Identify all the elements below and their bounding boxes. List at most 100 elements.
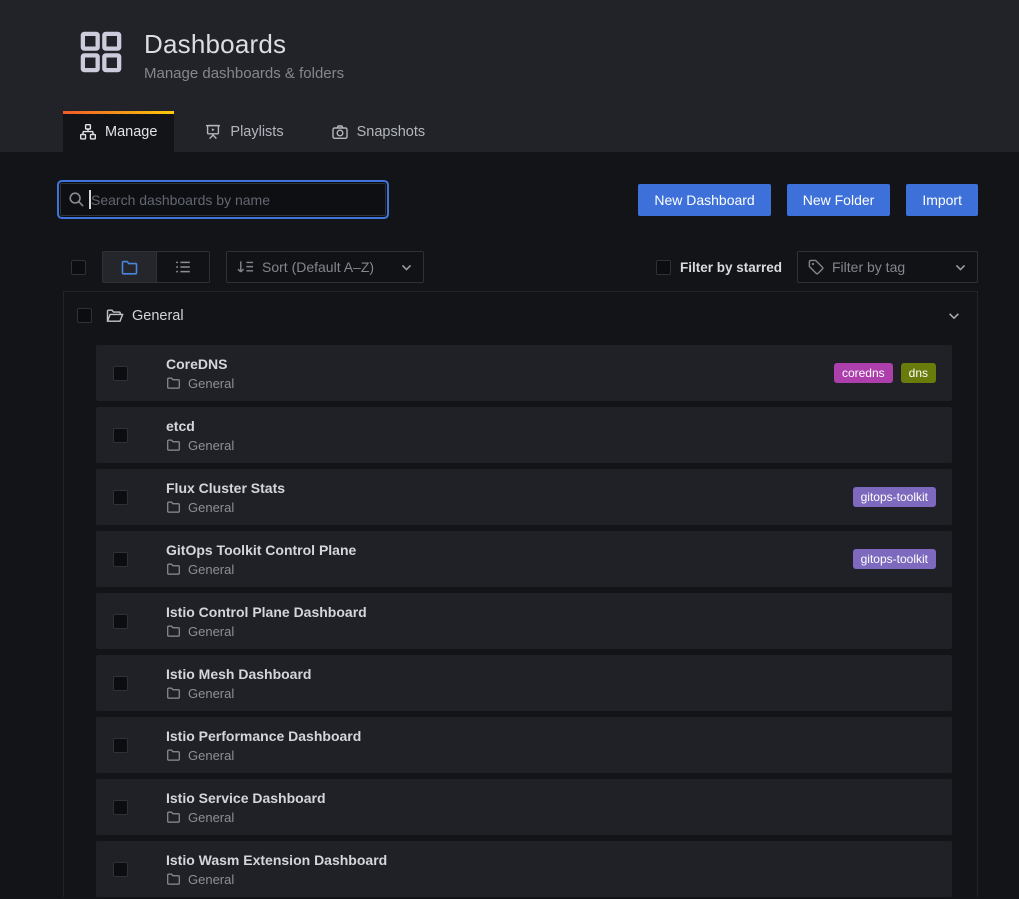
dashboard-title: Flux Cluster Stats — [166, 480, 853, 496]
dashboard-folder: General — [166, 562, 853, 577]
folder-view-button[interactable] — [103, 252, 156, 282]
row-checkbox[interactable] — [113, 490, 128, 505]
folder-label: General — [188, 748, 234, 763]
row-body: etcd General — [166, 418, 936, 453]
folder-checkbox[interactable] — [77, 308, 92, 323]
row-body: Istio Service Dashboard General — [166, 790, 936, 825]
dashboard-title: Istio Control Plane Dashboard — [166, 604, 936, 620]
tag[interactable]: gitops-toolkit — [853, 487, 936, 507]
dashboard-row[interactable]: Flux Cluster Stats General gitops-toolki… — [96, 469, 952, 525]
new-folder-button[interactable]: New Folder — [787, 184, 891, 216]
folder-label: General — [188, 376, 234, 391]
dashboard-title: GitOps Toolkit Control Plane — [166, 542, 853, 558]
row-body: Istio Control Plane Dashboard General — [166, 604, 936, 639]
folder-open-icon — [106, 308, 124, 324]
tag-filter-dropdown[interactable]: Filter by tag — [797, 251, 978, 283]
tab-playlists[interactable]: Playlists — [188, 111, 300, 152]
folder-icon — [166, 686, 181, 700]
search-input[interactable] — [60, 183, 386, 216]
row-checkbox[interactable] — [113, 738, 128, 753]
page-subtitle: Manage dashboards & folders — [144, 65, 344, 82]
starred-checkbox[interactable] — [656, 260, 671, 275]
dashboard-folder: General — [166, 500, 853, 515]
dashboard-row[interactable]: Istio Performance Dashboard General — [96, 717, 952, 773]
folder-label: General — [188, 872, 234, 887]
folder-icon — [166, 810, 181, 824]
folder-label: General — [188, 438, 234, 453]
row-checkbox[interactable] — [113, 862, 128, 877]
tag[interactable]: dns — [901, 363, 936, 383]
folder-icon — [166, 872, 181, 886]
dashboard-title: Istio Wasm Extension Dashboard — [166, 852, 936, 868]
row-checkbox[interactable] — [113, 800, 128, 815]
dashboard-folder: General — [166, 376, 834, 391]
presentation-icon — [205, 124, 221, 140]
camera-icon — [332, 124, 348, 140]
folder-icon — [166, 748, 181, 762]
dashboard-row[interactable]: Istio Wasm Extension Dashboard General — [96, 841, 952, 897]
starred-filter: Filter by starred — [656, 260, 782, 275]
filter-row: Sort (Default A–Z) Filter by starred Fil… — [60, 251, 978, 283]
folder-icon — [166, 376, 181, 390]
dashboard-row[interactable]: GitOps Toolkit Control Plane General git… — [96, 531, 952, 587]
dashboard-row[interactable]: Istio Service Dashboard General — [96, 779, 952, 835]
folder-label: General — [188, 686, 234, 701]
chevron-down-icon — [954, 261, 967, 274]
row-body: Flux Cluster Stats General — [166, 480, 853, 515]
folder-icon — [121, 259, 138, 276]
view-toggle — [102, 251, 210, 283]
tag[interactable]: coredns — [834, 363, 893, 383]
sort-dropdown[interactable]: Sort (Default A–Z) — [226, 251, 424, 283]
dashboard-row[interactable]: CoreDNS General coredns dns — [96, 345, 952, 401]
starred-label[interactable]: Filter by starred — [680, 260, 782, 275]
search-icon — [68, 191, 85, 208]
folder-icon — [166, 562, 181, 576]
row-checkbox[interactable] — [113, 614, 128, 629]
folder-label: General — [188, 562, 234, 577]
list-icon — [175, 259, 191, 275]
chevron-down-icon[interactable] — [947, 309, 961, 323]
new-dashboard-button[interactable]: New Dashboard — [638, 184, 770, 216]
tab-manage[interactable]: Manage — [63, 111, 174, 152]
dashboard-title: etcd — [166, 418, 936, 434]
row-body: Istio Mesh Dashboard General — [166, 666, 936, 701]
tag-filter-placeholder: Filter by tag — [832, 259, 905, 275]
folder-header[interactable]: General — [64, 292, 977, 339]
folder-section: General CoreDNS General coredns dns etcd — [63, 291, 978, 897]
sitemap-icon — [80, 124, 96, 140]
row-body: CoreDNS General — [166, 356, 834, 391]
tag-list: gitops-toolkit — [853, 487, 952, 507]
search-wrap — [60, 183, 386, 216]
dashboard-row[interactable]: Istio Mesh Dashboard General — [96, 655, 952, 711]
folder-icon — [166, 500, 181, 514]
filter-left: Sort (Default A–Z) — [71, 251, 424, 283]
row-checkbox[interactable] — [113, 676, 128, 691]
tag-icon — [808, 259, 824, 275]
tab-bar: Manage Playlists Snapshots — [63, 111, 442, 152]
tab-snapshots[interactable]: Snapshots — [315, 111, 443, 152]
dashboard-title: Istio Service Dashboard — [166, 790, 936, 806]
page-title: Dashboards — [144, 29, 344, 60]
row-checkbox[interactable] — [113, 428, 128, 443]
dashboard-folder: General — [166, 872, 936, 887]
list-view-button[interactable] — [156, 252, 209, 282]
folder-icon — [166, 438, 181, 452]
sort-label: Sort (Default A–Z) — [262, 259, 374, 275]
select-all-checkbox[interactable] — [71, 260, 86, 275]
row-body: Istio Performance Dashboard General — [166, 728, 936, 763]
dashboard-row[interactable]: etcd General — [96, 407, 952, 463]
tag-list: coredns dns — [834, 363, 952, 383]
row-body: GitOps Toolkit Control Plane General — [166, 542, 853, 577]
import-button[interactable]: Import — [906, 184, 978, 216]
tab-label: Snapshots — [357, 124, 426, 140]
dashboard-row[interactable]: Istio Control Plane Dashboard General — [96, 593, 952, 649]
folder-label: General — [188, 500, 234, 515]
folder-label: General — [188, 624, 234, 639]
row-checkbox[interactable] — [113, 552, 128, 567]
main-content: New Dashboard New Folder Import — [0, 183, 1019, 897]
dashboard-folder: General — [166, 686, 936, 701]
dashboard-folder: General — [166, 438, 936, 453]
apps-icon — [80, 31, 122, 73]
tag[interactable]: gitops-toolkit — [853, 549, 936, 569]
row-checkbox[interactable] — [113, 366, 128, 381]
